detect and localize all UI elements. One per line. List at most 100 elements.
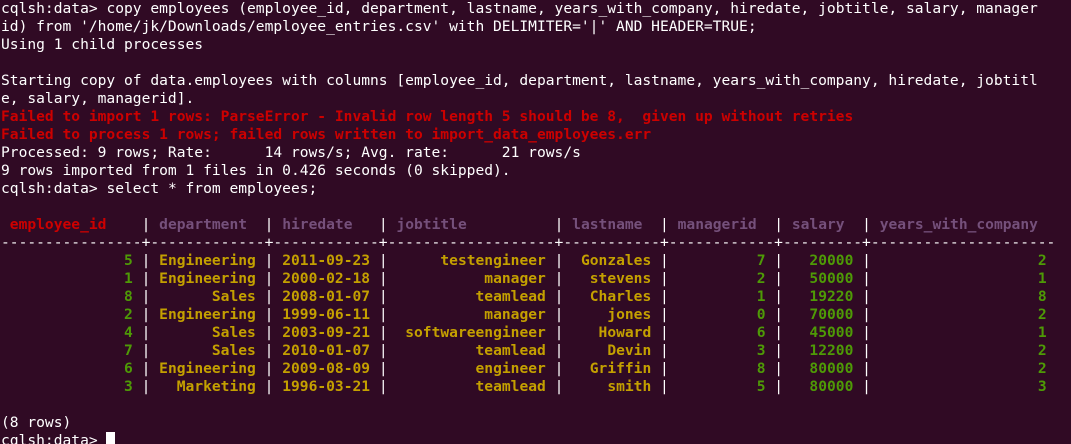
column-divider: | (378, 270, 388, 287)
table-cell-employee-id: 4 (1, 324, 142, 341)
table-cell-department: Engineering (150, 270, 265, 287)
column-header-department: department (150, 216, 265, 233)
table-cell-hiredate: 1996-03-21 (273, 378, 379, 395)
column-header-lastname: lastname (563, 216, 661, 233)
table-cell-salary: 20000 (783, 252, 863, 269)
column-divider: | (378, 216, 388, 233)
table-cell-jobtitle: engineer (387, 360, 555, 377)
column-divider: | (862, 342, 871, 359)
table-cell-lastname: jones (563, 306, 661, 323)
column-divider: | (660, 252, 669, 269)
select-command-text: select * from employees; (106, 180, 318, 197)
column-header-managerid: managerid (668, 216, 775, 233)
column-divider: | (660, 306, 669, 323)
column-divider: | (774, 360, 784, 377)
column-divider: | (774, 324, 784, 341)
table-cell-department: Sales (150, 288, 265, 305)
table-cell-salary: 12200 (783, 342, 863, 359)
table-cell-lastname: Griffin (563, 360, 661, 377)
table-cell-lastname: Devin (563, 342, 661, 359)
table-cell-employee-id: 3 (1, 378, 142, 395)
column-divider: | (862, 378, 871, 395)
command-line-1: cqlsh:data> copy employees (employee_id,… (1, 0, 1071, 18)
column-header-hiredate: hiredate (273, 216, 379, 233)
column-divider: | (660, 360, 669, 377)
table-cell-department: Sales (150, 342, 265, 359)
table-cell-managerid: 0 (668, 306, 775, 323)
current-prompt-line[interactable]: cqlsh:data> (1, 432, 1071, 444)
column-divider: | (774, 288, 784, 305)
column-header-jobtitle: jobtitle (387, 216, 555, 233)
prompt: cqlsh:data> (1, 432, 107, 444)
table-cell-jobtitle: teamlead (387, 288, 555, 305)
table-cell-hiredate: 2003-09-21 (273, 324, 379, 341)
column-divider: | (862, 270, 871, 287)
column-divider: | (660, 216, 669, 233)
select-command-line: cqlsh:data> select * from employees; (1, 180, 1071, 198)
table-cell-jobtitle: testengineer (387, 252, 555, 269)
column-divider: | (378, 342, 388, 359)
column-divider: | (660, 324, 669, 341)
column-divider: | (862, 306, 871, 323)
column-header-employee-id: employee_id (1, 216, 142, 233)
table-cell-managerid: 7 (668, 252, 775, 269)
table-cell-years-with-company: 8 (870, 288, 1056, 305)
table-cell-managerid: 8 (668, 360, 775, 377)
table-cell-department: Engineering (150, 306, 265, 323)
table-row: 4 | Sales | 2003-09-21 | softwareenginee… (1, 324, 1071, 342)
prompt: cqlsh:data> (1, 180, 107, 197)
prompt: cqlsh:data> (1, 0, 107, 17)
column-divider: | (774, 342, 784, 359)
column-divider: | (378, 324, 388, 341)
table-cell-salary: 50000 (783, 270, 863, 287)
column-divider: | (378, 288, 388, 305)
table-cell-department: Marketing (150, 378, 265, 395)
column-divider: | (862, 360, 871, 377)
table-cell-managerid: 2 (668, 270, 775, 287)
table-cell-lastname: Charles (563, 288, 661, 305)
column-divider: | (774, 216, 784, 233)
table-cell-lastname: Howard (563, 324, 661, 341)
table-cell-jobtitle: manager (387, 270, 555, 287)
table-cell-department: Sales (150, 324, 265, 341)
terminal-window[interactable]: cqlsh:data> copy employees (employee_id,… (0, 0, 1071, 444)
table-cell-jobtitle: teamlead (387, 342, 555, 359)
table-cell-hiredate: 2000-02-18 (273, 270, 379, 287)
table-cell-years-with-company: 2 (870, 252, 1056, 269)
table-cell-employee-id: 5 (1, 252, 142, 269)
table-cell-lastname: smith (563, 378, 661, 395)
table-row: 8 | Sales | 2008-01-07 | teamlead | Char… (1, 288, 1071, 306)
table-cell-employee-id: 2 (1, 306, 142, 323)
command-line-2: id) from '/home/jk/Downloads/employee_en… (1, 18, 757, 35)
child-processes-text: Using 1 child processes (1, 36, 204, 53)
table-cell-managerid: 6 (668, 324, 775, 341)
table-row: 3 | Marketing | 1996-03-21 | teamlead | … (1, 378, 1071, 396)
column-divider: | (862, 216, 871, 233)
table-cell-years-with-company: 3 (870, 378, 1056, 395)
table-cell-employee-id: 8 (1, 288, 142, 305)
table-cell-years-with-company: 1 (870, 270, 1056, 287)
table-row: 5 | Engineering | 2011-09-23 | testengin… (1, 252, 1071, 270)
table-cell-hiredate: 1999-06-11 (273, 306, 379, 323)
column-divider: | (774, 270, 784, 287)
starting-copy-line-2: e, salary, managerid]. (1, 90, 195, 107)
table-row: 6 | Engineering | 2009-08-09 | engineer … (1, 360, 1071, 378)
table-cell-years-with-company: 2 (870, 306, 1056, 323)
table-cell-years-with-company: 2 (870, 360, 1056, 377)
column-divider: | (660, 270, 669, 287)
table-header-row: employee_id | department | hiredate | jo… (1, 216, 1071, 234)
column-divider: | (378, 306, 388, 323)
table-cell-jobtitle: teamlead (387, 378, 555, 395)
column-divider: | (378, 360, 388, 377)
parse-error-text: Failed to import 1 rows: ParseError - In… (1, 108, 854, 125)
table-cell-lastname: Gonzales (563, 252, 661, 269)
table-cell-managerid: 3 (668, 342, 775, 359)
table-cell-managerid: 5 (668, 378, 775, 395)
table-cell-salary: 70000 (783, 306, 863, 323)
table-row: 1 | Engineering | 2000-02-18 | manager |… (1, 270, 1071, 288)
table-cell-employee-id: 7 (1, 342, 142, 359)
table-cell-jobtitle: manager (387, 306, 555, 323)
column-divider: | (774, 378, 784, 395)
column-divider: | (378, 252, 388, 269)
